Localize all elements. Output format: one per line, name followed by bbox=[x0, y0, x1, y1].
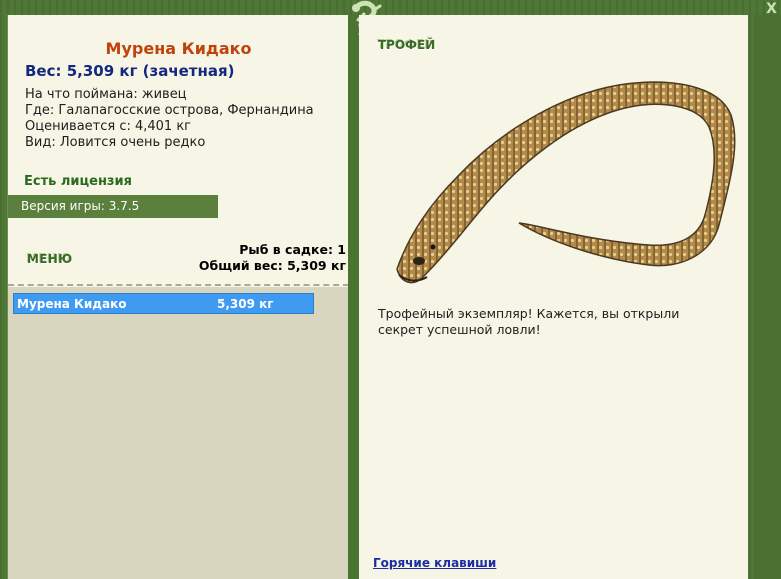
right-frame-strip bbox=[754, 15, 781, 579]
value-info: Оценивается с: 4,401 кг bbox=[25, 119, 192, 134]
trophy-message: Трофейный экземпляр! Кажется, вы открыли… bbox=[378, 306, 680, 337]
list-item-name: Мурена Кидако bbox=[17, 297, 127, 311]
hotkeys-link[interactable]: Горячие клавиши bbox=[373, 556, 496, 570]
list-item-weight: 5,309 кг bbox=[217, 297, 274, 311]
panel-divider bbox=[348, 15, 359, 579]
rarity-info: Вид: Ловится очень редко bbox=[25, 135, 206, 150]
fish-weight: Вес: 5,309 кг (зачетная) bbox=[25, 62, 235, 80]
license-status: Есть лицензия bbox=[24, 174, 132, 189]
trophy-label: ТРОФЕЙ bbox=[378, 38, 436, 52]
fish-image bbox=[396, 81, 736, 284]
fish-info-panel: Мурена Кидако Вес: 5,309 кг (зачетная) Н… bbox=[7, 15, 349, 579]
fish-count: Рыб в садке: 1 bbox=[239, 242, 346, 257]
menu-button[interactable]: МЕНЮ bbox=[27, 252, 72, 266]
dashed-divider bbox=[8, 284, 349, 286]
list-item[interactable]: Мурена Кидако 5,309 кг bbox=[13, 293, 314, 314]
keepnet-stats: Рыб в садке: 1 Общий вес: 5,309 кг bbox=[199, 242, 346, 274]
close-button[interactable]: X bbox=[762, 0, 781, 18]
trophy-panel: ТРОФЕЙ Трофейный экземпляр! Кажется, вы … bbox=[359, 15, 748, 579]
bait-info: На что поймана: живец bbox=[25, 87, 187, 102]
fish-title: Мурена Кидако bbox=[105, 39, 252, 58]
version-bar: Версия игры: 3.7.5 bbox=[8, 195, 218, 218]
catch-list: Мурена Кидако 5,309 кг bbox=[8, 287, 349, 579]
location-info: Где: Галапагосские острова, Фернандина bbox=[25, 103, 314, 118]
total-weight: Общий вес: 5,309 кг bbox=[198, 258, 346, 273]
